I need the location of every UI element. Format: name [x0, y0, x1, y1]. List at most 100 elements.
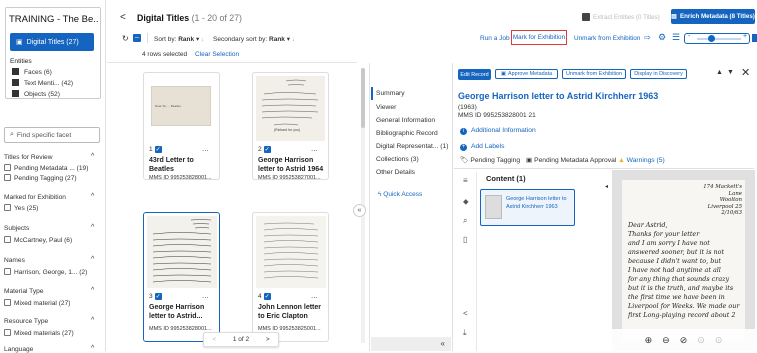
gear-icon[interactable]: ⚙ [658, 32, 666, 43]
title-thumbnail[interactable]: (Richard for you) [256, 76, 325, 141]
checkbox[interactable] [4, 236, 11, 243]
panel-collapse-button[interactable]: « [353, 204, 366, 217]
chevron-up-icon[interactable]: ^ [91, 256, 94, 263]
title-card[interactable]: (Richard for you) 2 ✓ ... George Harriso… [252, 72, 329, 181]
zoom-knob[interactable] [708, 35, 716, 42]
edit-record-button[interactable]: Edit Record [458, 69, 491, 80]
export-icon[interactable]: ⇨ [644, 33, 651, 42]
facet-option[interactable]: Pending Tagging (27) [4, 174, 77, 182]
more-options-icon[interactable]: ... [311, 291, 318, 300]
card-title[interactable]: John Lennon letter to Eric Clapton [258, 303, 326, 321]
facet-title-subjects[interactable]: Subjects [4, 225, 29, 232]
select-all-checkbox[interactable]: – [133, 34, 141, 42]
sidebar-item-digital-titles[interactable]: ▣ Digital Titles (27) [10, 33, 94, 51]
quick-access-link[interactable]: ϟ Quick Access [378, 191, 422, 198]
facet-title-language[interactable]: Language [4, 346, 33, 353]
entity-text-mentions[interactable]: Text Menti... (42) [12, 79, 73, 87]
zoom-in-icon[interactable]: ⊕ [645, 335, 653, 346]
rotate-left-icon[interactable]: ⊙ [697, 335, 705, 346]
chevron-up-icon[interactable]: ^ [91, 193, 94, 200]
facet-option[interactable]: Yes (25) [4, 204, 38, 212]
nav-collections[interactable]: Collections (3) [376, 156, 419, 163]
zoom-out-button[interactable]: - [688, 33, 690, 40]
entity-objects[interactable]: Objects (52) [12, 90, 60, 98]
entity-faces[interactable]: Faces (6) [12, 68, 52, 76]
facet-option[interactable]: Mixed material (27) [4, 299, 70, 307]
zoom-slider[interactable]: - + [684, 33, 750, 44]
title-card[interactable]: Dear Sir, ... Beatles 1 ✓ ... 43rd Lette… [143, 72, 220, 181]
nav-viewer[interactable]: Viewer [376, 104, 396, 111]
scrollbar-thumb[interactable] [361, 68, 365, 128]
clear-selection-link[interactable]: Clear Selection [195, 51, 239, 58]
extract-entities-button[interactable]: Extract Entities (0 Titles) [582, 10, 660, 24]
facet-option[interactable]: McCartney, Paul (6) [4, 236, 72, 244]
content-item[interactable]: George Harrison letter to Astrid Kirchhe… [480, 189, 575, 226]
collapse-content-icon[interactable]: ◂ [605, 183, 608, 190]
card-title[interactable]: George Harrison letter to Astrid... [149, 303, 217, 321]
facet-title-exhibition[interactable]: Marked for Exhibition [4, 194, 66, 201]
sort-dropdown[interactable]: Sort by: Rank ▾ ↓ [154, 35, 204, 43]
checkbox[interactable] [4, 174, 11, 181]
share-icon[interactable]: < [463, 309, 468, 318]
title-card[interactable]: 4 ✓ ... John Lennon letter to Eric Clapt… [252, 212, 329, 342]
zoom-in-button[interactable]: + [743, 33, 747, 40]
checkbox[interactable] [4, 204, 11, 211]
add-labels-link[interactable]: + Add Labels [460, 143, 504, 151]
facet-search-input[interactable]: ⌕ Find specific facet [4, 127, 100, 143]
prev-page-button[interactable]: < [212, 336, 216, 343]
chevron-up-icon[interactable]: ^ [91, 287, 94, 294]
search-icon[interactable]: ⌕ [463, 216, 467, 226]
warnings-link[interactable]: Warnings (5) [627, 157, 665, 164]
collapse-nav-button[interactable]: « [371, 337, 451, 351]
chevron-up-icon[interactable]: ^ [91, 317, 94, 324]
close-icon[interactable]: ✕ [741, 66, 750, 79]
facet-title-names[interactable]: Names [4, 257, 25, 264]
next-page-button[interactable]: > [266, 336, 270, 343]
secondary-sort-dropdown[interactable]: Secondary sort by: Rank ▾ ↓ [213, 35, 295, 43]
title-thumbnail[interactable] [147, 216, 217, 288]
nav-summary[interactable]: Summary [376, 90, 405, 97]
zoom-out-icon[interactable]: ⊖ [662, 335, 670, 346]
back-button[interactable]: < [120, 12, 126, 23]
facet-title-material[interactable]: Material Type [4, 288, 43, 295]
enrich-metadata-button[interactable]: ▤ Enrich Metadata (8 Titles) [671, 9, 755, 24]
facet-title-review[interactable]: Titles for Review [4, 154, 53, 161]
sort-direction-icon[interactable]: ↓ [201, 36, 204, 43]
card-title[interactable]: George Harrison letter to Astrid 1964 [258, 156, 326, 174]
unmark-exhibition-link[interactable]: Unmark from Exhibition [574, 35, 640, 42]
card-checkbox[interactable]: ✓ [263, 146, 271, 153]
facet-title-resource[interactable]: Resource Type [4, 318, 48, 325]
card-checkbox[interactable]: ✓ [154, 293, 162, 300]
chevron-up-icon[interactable]: ^ [91, 224, 94, 231]
document-icon[interactable]: ▯ [463, 235, 467, 244]
nav-digital-representations[interactable]: Digital Representat... (1) [376, 143, 448, 150]
card-checkbox[interactable]: ✓ [154, 146, 162, 153]
refresh-icon[interactable]: ↻ [122, 34, 129, 43]
facet-option[interactable]: Pending Metadata ... (19) [4, 164, 88, 172]
rotate-right-icon[interactable]: ⊙ [715, 335, 723, 346]
reset-view-icon[interactable]: ⊘ [680, 335, 688, 346]
title-card[interactable]: 3 ✓ ... George Harrison letter to Astrid… [143, 212, 220, 342]
checkbox[interactable] [4, 268, 11, 275]
additional-information-link[interactable]: i Additional Information [460, 127, 536, 135]
run-job-link[interactable]: Run a Job [480, 35, 510, 42]
previous-record-icon[interactable]: ▲ [716, 69, 723, 76]
title-thumbnail[interactable]: Dear Sir, ... Beatles [147, 76, 216, 141]
nav-bibliographic-record[interactable]: Bibliographic Record [376, 130, 438, 137]
checkbox[interactable] [4, 299, 11, 306]
title-thumbnail[interactable] [256, 216, 326, 288]
image-viewer[interactable]: 174 Mackett's Lane Woolton Liverpool 25 2/10… [612, 170, 755, 351]
nav-other-details[interactable]: Other Details [376, 169, 415, 176]
unmark-exhibition-button[interactable]: Unmark from Exhibition [562, 69, 626, 79]
list-view-icon[interactable]: ☰ [672, 32, 680, 43]
facet-option[interactable]: Mixed materials (27) [4, 329, 74, 337]
download-icon[interactable]: ⤓ [463, 328, 467, 338]
more-options-icon[interactable]: ... [311, 144, 318, 153]
tag-add-icon[interactable]: ⬥ [463, 197, 469, 207]
display-in-discovery-button[interactable]: Display in Discovery [630, 69, 687, 79]
more-options-icon[interactable]: ... [202, 144, 209, 153]
sort-direction-icon[interactable]: ↓ [292, 36, 295, 43]
facet-option[interactable]: Harrison, George, 1... (2) [4, 268, 87, 276]
list-icon[interactable]: ≡ [463, 176, 468, 185]
checkbox[interactable] [4, 164, 11, 171]
